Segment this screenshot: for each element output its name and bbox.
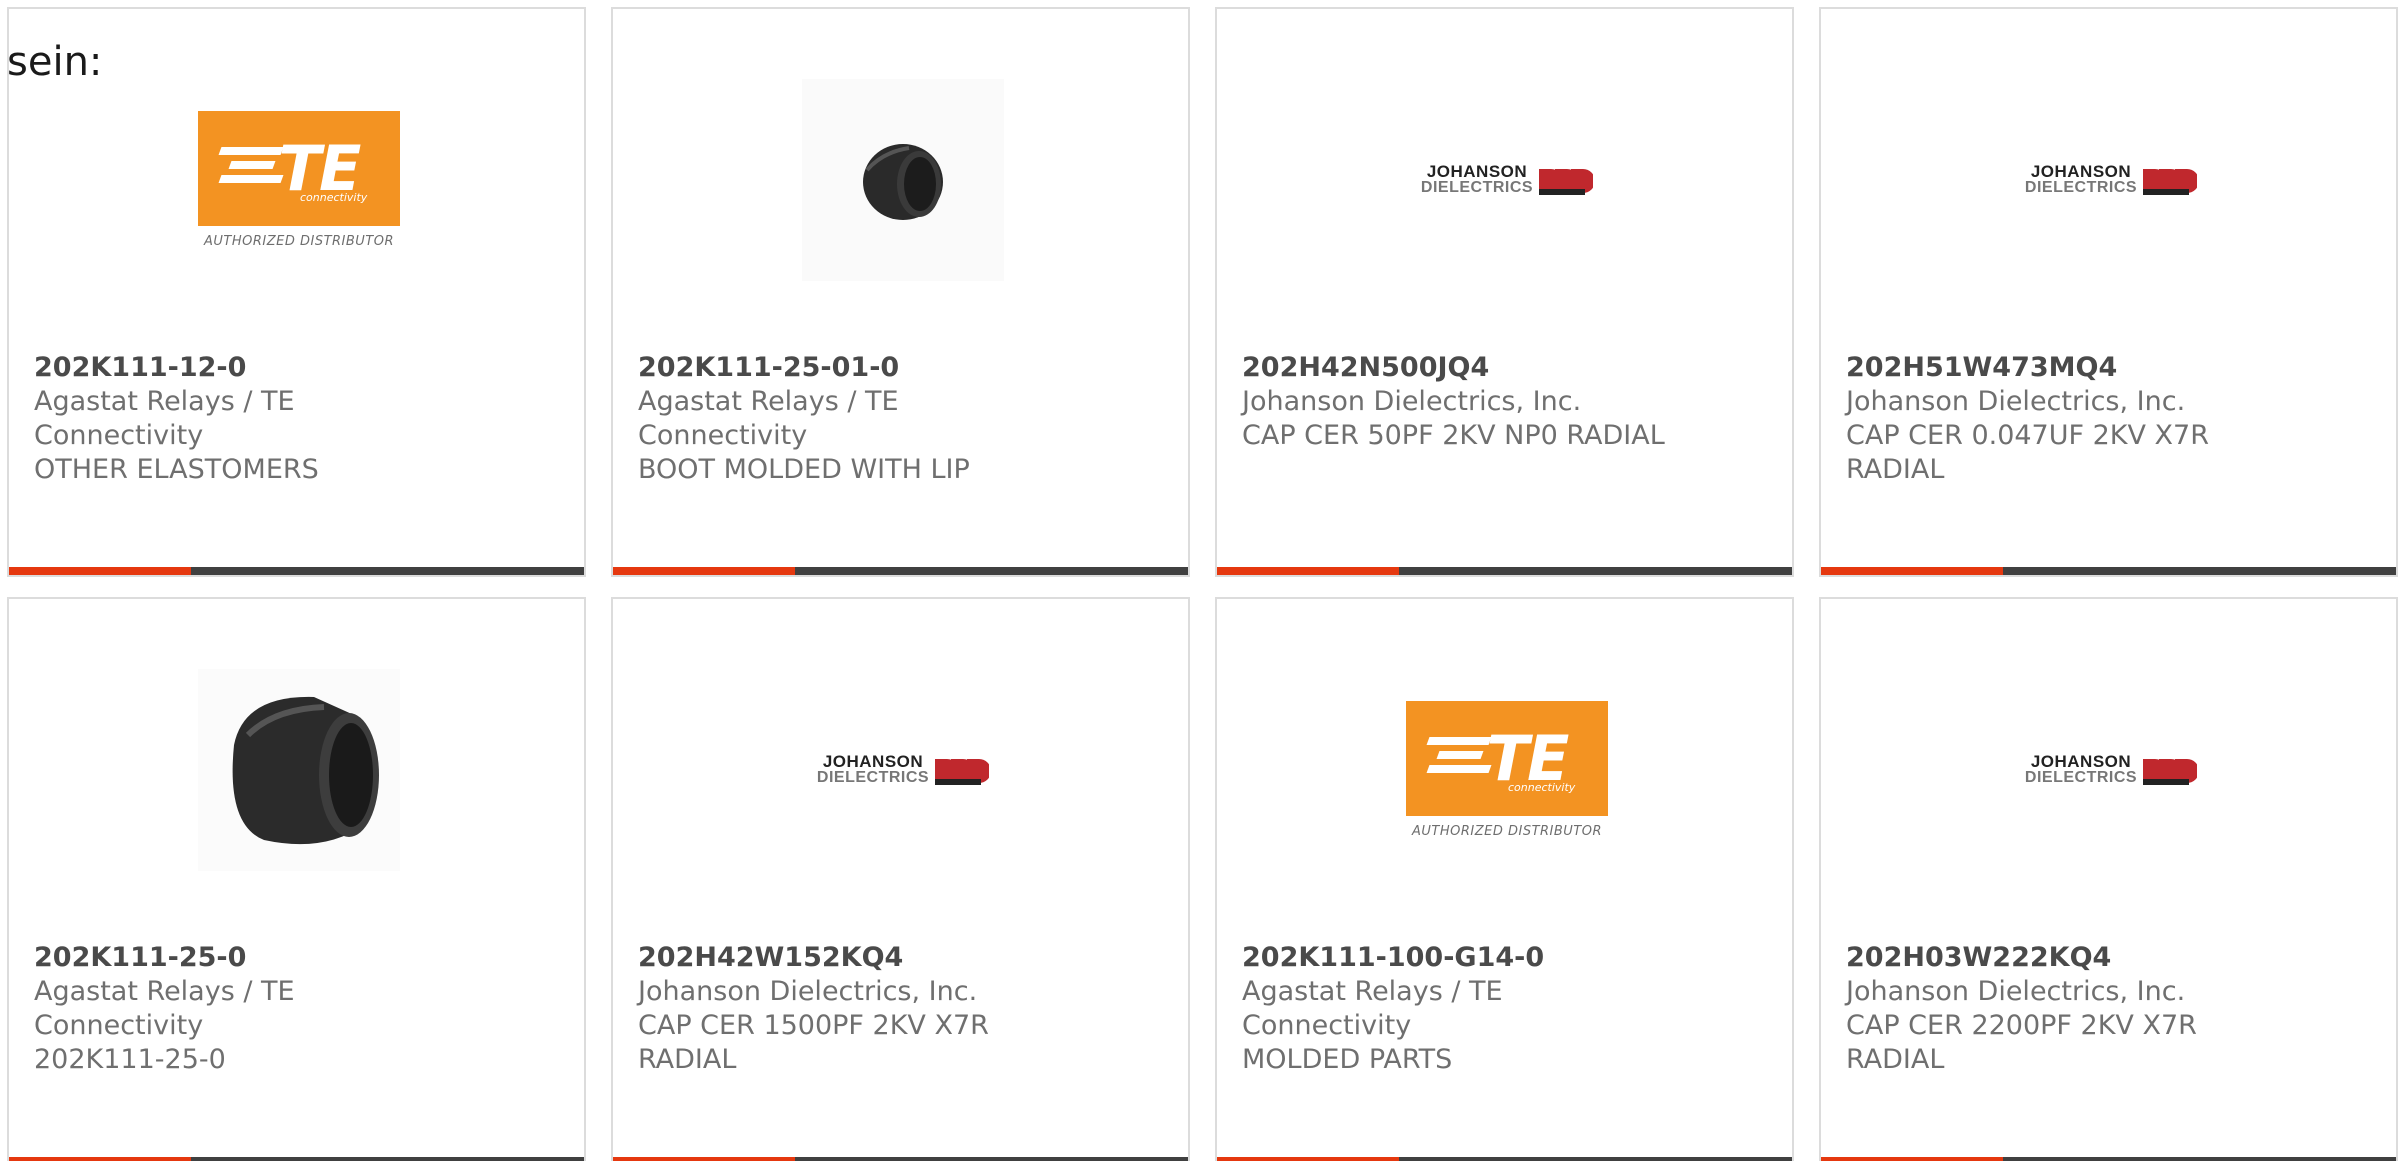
manufacturer-name: Agastat Relays / TE Connectivity xyxy=(34,386,295,451)
product-description: CAP CER 2200PF 2KV X7R RADIAL xyxy=(1846,1010,2197,1075)
card-bottom-bar xyxy=(1821,567,2396,575)
manufacturer-name: Agastat Relays / TE Connectivity xyxy=(34,976,295,1041)
product-description: OTHER ELASTOMERS xyxy=(34,454,319,485)
part-number-link[interactable]: 202H03W222KQ4 xyxy=(1846,941,2366,975)
te-connectivity-logo-icon: TE connectivity AUTHORIZED DISTRIBUTOR xyxy=(198,111,400,249)
johanson-logo-icon: JOHANSON DIELECTRICS xyxy=(2010,163,2212,197)
card-bottom-bar xyxy=(613,1157,1188,1161)
product-description: BOOT MOLDED WITH LIP xyxy=(638,454,970,485)
johanson-logo-icon: JOHANSON DIELECTRICS xyxy=(2010,753,2212,787)
lead-text: sein: xyxy=(7,39,103,85)
product-image[interactable]: JOHANSON DIELECTRICS xyxy=(2010,669,2212,871)
product-card[interactable]: TE connectivity AUTHORIZED DISTRIBUTOR 2… xyxy=(7,7,586,577)
part-number-link[interactable]: 202K111-12-0 xyxy=(34,351,554,385)
card-bottom-bar xyxy=(1217,567,1792,575)
product-description: 202K111-25-0 xyxy=(34,1044,226,1075)
part-number-link[interactable]: 202H42N500JQ4 xyxy=(1242,351,1762,385)
product-image[interactable]: TE connectivity AUTHORIZED DISTRIBUTOR xyxy=(198,79,400,281)
product-image[interactable] xyxy=(802,79,1004,281)
product-grid-page: sein: TE connectivity AUTHORIZED DISTRIB… xyxy=(0,0,2400,1161)
product-image[interactable]: TE connectivity AUTHORIZED DISTRIBUTOR xyxy=(1406,669,1608,871)
card-bottom-bar xyxy=(1217,1157,1792,1161)
product-card[interactable]: 202K111-25-01-0 Agastat Relays / TE Conn… xyxy=(611,7,1190,577)
product-image[interactable]: JOHANSON DIELECTRICS xyxy=(802,669,1004,871)
product-image[interactable]: JOHANSON DIELECTRICS xyxy=(1406,79,1608,281)
johanson-logo-icon: JOHANSON DIELECTRICS xyxy=(1406,163,1608,197)
manufacturer-name: Johanson Dielectrics, Inc. xyxy=(1846,386,2186,417)
product-card[interactable]: JOHANSON DIELECTRICS 202H42W152KQ4 Johans… xyxy=(611,597,1190,1161)
manufacturer-name: Agastat Relays / TE Connectivity xyxy=(1242,976,1503,1041)
part-number-link[interactable]: 202H51W473MQ4 xyxy=(1846,351,2366,385)
product-card[interactable]: JOHANSON DIELECTRICS 202H03W222KQ4 Johans… xyxy=(1819,597,2398,1161)
part-number-link[interactable]: 202H42W152KQ4 xyxy=(638,941,1158,975)
manufacturer-name: Johanson Dielectrics, Inc. xyxy=(1242,386,1582,417)
product-image[interactable]: JOHANSON DIELECTRICS xyxy=(2010,79,2212,281)
product-card[interactable]: 202K111-25-0 Agastat Relays / TE Connect… xyxy=(7,597,586,1161)
product-description: CAP CER 0.047UF 2KV X7R RADIAL xyxy=(1846,420,2209,485)
boot-small-icon xyxy=(802,79,1004,281)
part-number-link[interactable]: 202K111-25-01-0 xyxy=(638,351,1158,385)
product-card[interactable]: TE connectivity AUTHORIZED DISTRIBUTOR 2… xyxy=(1215,597,1794,1161)
card-bottom-bar xyxy=(9,1157,584,1161)
product-card[interactable]: JOHANSON DIELECTRICS 202H51W473MQ4 Johans… xyxy=(1819,7,2398,577)
boot-large-icon xyxy=(198,669,400,871)
part-number-link[interactable]: 202K111-100-G14-0 xyxy=(1242,941,1762,975)
product-description: CAP CER 50PF 2KV NP0 RADIAL xyxy=(1242,420,1665,451)
part-number-link[interactable]: 202K111-25-0 xyxy=(34,941,554,975)
manufacturer-name: Agastat Relays / TE Connectivity xyxy=(638,386,899,451)
product-description: CAP CER 1500PF 2KV X7R RADIAL xyxy=(638,1010,989,1075)
card-bottom-bar xyxy=(9,567,584,575)
card-bottom-bar xyxy=(613,567,1188,575)
card-bottom-bar xyxy=(1821,1157,2396,1161)
johanson-logo-icon: JOHANSON DIELECTRICS xyxy=(802,753,1004,787)
manufacturer-name: Johanson Dielectrics, Inc. xyxy=(638,976,978,1007)
te-connectivity-logo-icon: TE connectivity AUTHORIZED DISTRIBUTOR xyxy=(1406,701,1608,839)
product-card[interactable]: JOHANSON DIELECTRICS 202H42N500JQ4 Johans… xyxy=(1215,7,1794,577)
product-image[interactable] xyxy=(198,669,400,871)
product-description: MOLDED PARTS xyxy=(1242,1044,1453,1075)
manufacturer-name: Johanson Dielectrics, Inc. xyxy=(1846,976,2186,1007)
